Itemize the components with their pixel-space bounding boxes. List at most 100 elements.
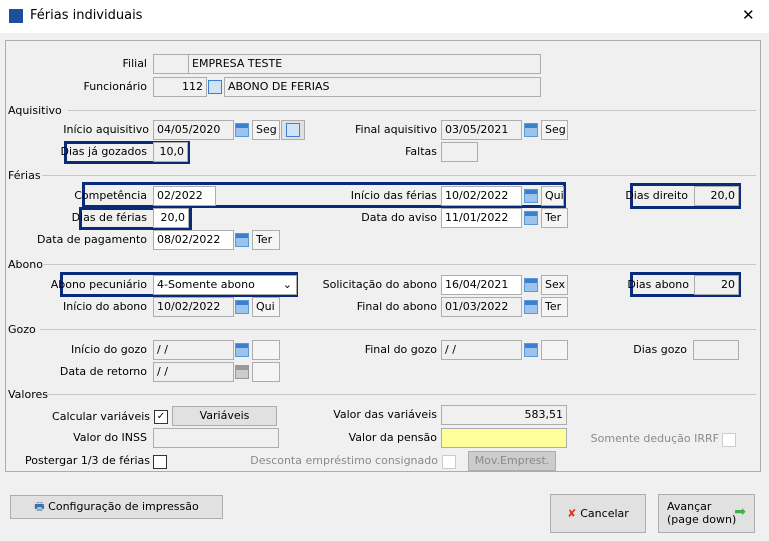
weekday: Ter	[252, 230, 280, 250]
calendar-icon[interactable]	[524, 189, 538, 203]
data-aviso-label: Data do aviso	[361, 211, 437, 224]
calendar-icon[interactable]	[235, 300, 249, 314]
filial-name: EMPRESA TESTE	[188, 54, 541, 74]
dias-abono-input: 20	[694, 275, 739, 295]
dias-abono-label: Dias abono	[627, 278, 689, 291]
section-ferias: Férias	[8, 169, 41, 182]
calendar-icon[interactable]	[524, 343, 538, 357]
funcionario-name: ABONO DE FERIAS	[224, 77, 541, 97]
final-aquisitivo-input[interactable]: 03/05/2021	[441, 120, 522, 140]
valor-variaveis-input: 583,51	[441, 405, 567, 425]
window-title: Férias individuais	[30, 8, 143, 23]
final-aquisitivo-label: Final aquisitivo	[355, 123, 437, 136]
close-icon[interactable]: ✕	[742, 6, 755, 24]
calendar-icon[interactable]	[524, 300, 538, 314]
dias-ferias-label: Dias de férias	[71, 211, 147, 224]
next-button[interactable]: Avançar (page down) ➡	[658, 494, 755, 533]
chevron-down-icon: ⌄	[282, 278, 292, 291]
competencia-input[interactable]: 02/2022	[153, 186, 216, 206]
retorno-input[interactable]: / /	[153, 362, 234, 382]
pensao-label: Valor da pensão	[348, 431, 437, 444]
competencia-label: Competência	[74, 189, 147, 202]
dias-gozo-input	[693, 340, 739, 360]
postergar-label: Postergar 1/3 de férias	[25, 454, 150, 467]
final-gozo-input[interactable]: / /	[441, 340, 522, 360]
retorno-label: Data de retorno	[59, 365, 147, 378]
final-abono-label: Final do abono	[356, 300, 437, 313]
cancel-label: Cancelar	[580, 507, 629, 520]
filial-label: Filial	[122, 57, 148, 70]
divider	[42, 175, 756, 176]
pagamento-label: Data de pagamento	[37, 233, 147, 246]
divider	[68, 110, 756, 111]
dias-direito-label: Dias direito	[625, 189, 688, 202]
calendar-icon	[235, 365, 249, 379]
cancel-button[interactable]: ✘ Cancelar	[550, 494, 646, 533]
weekday	[252, 340, 280, 360]
search-icon	[286, 123, 300, 137]
pagamento-input[interactable]: 08/02/2022	[153, 230, 234, 250]
dias-gozados-label: Dias já gozados	[60, 145, 147, 158]
inicio-aquisitivo-input[interactable]: 04/05/2020	[153, 120, 234, 140]
inicio-abono-input: 10/02/2022	[153, 297, 234, 317]
dias-gozados-input: 10,0	[153, 142, 188, 162]
printer-icon: 🖶	[34, 500, 49, 513]
title-bar: Férias individuais ✕	[0, 0, 769, 33]
lookup-button[interactable]	[281, 120, 305, 140]
calendar-icon[interactable]	[235, 343, 249, 357]
weekday: Seg	[252, 120, 280, 140]
weekday	[541, 340, 568, 360]
section-abono: Abono	[8, 258, 43, 271]
data-aviso-input[interactable]: 11/01/2022	[441, 208, 522, 228]
inicio-aquisitivo-label: Início aquisitivo	[63, 123, 149, 136]
weekday: Ter	[541, 297, 568, 317]
calendar-icon[interactable]	[235, 233, 249, 247]
faltas-input[interactable]	[441, 142, 478, 162]
filial-code[interactable]	[153, 54, 189, 74]
funcionario-code[interactable]: 112	[153, 77, 207, 97]
divider	[42, 264, 756, 265]
section-valores: Valores	[8, 388, 48, 401]
funcionario-label: Funcionário	[83, 80, 147, 93]
calendar-icon[interactable]	[524, 123, 538, 137]
dias-gozo-label: Dias gozo	[633, 343, 687, 356]
selected-value: 4-Somente abono	[157, 278, 255, 291]
solicitacao-label: Solicitação do abono	[322, 278, 437, 291]
pensao-input[interactable]	[441, 428, 567, 448]
calendar-icon[interactable]	[524, 278, 538, 292]
abono-pecuniario-select[interactable]: 4-Somente abono ⌄	[153, 275, 297, 295]
weekday: Seg	[541, 120, 568, 140]
irrf-label: Somente dedução IRRF	[590, 432, 719, 445]
divider	[40, 329, 756, 330]
calendar-icon[interactable]	[524, 211, 538, 225]
search-icon[interactable]	[208, 80, 222, 94]
consignado-label: Desconta empréstimo consignado	[250, 454, 438, 467]
variaveis-button[interactable]: Variáveis	[172, 406, 277, 426]
calcular-checkbox[interactable]: ✓	[154, 410, 168, 424]
inicio-ferias-input[interactable]: 10/02/2022	[441, 186, 522, 206]
irrf-checkbox[interactable]	[722, 433, 736, 447]
mov-emprest-button[interactable]: Mov.Emprest.	[468, 451, 556, 471]
dias-ferias-input[interactable]: 20,0	[153, 208, 189, 228]
config-impressao-button[interactable]: 🖶 Configuração de impressão	[10, 495, 223, 519]
config-label: Configuração de impressão	[48, 500, 199, 513]
valor-variaveis-label: Valor das variáveis	[333, 408, 437, 421]
abono-pecuniario-label: Abono pecuniário	[50, 278, 147, 291]
postergar-checkbox[interactable]	[153, 455, 167, 469]
x-icon: ✘	[567, 507, 581, 520]
final-gozo-label: Final do gozo	[364, 343, 437, 356]
section-aquisitivo: Aquisitivo	[8, 104, 62, 117]
consignado-checkbox[interactable]	[442, 455, 456, 469]
inss-input[interactable]	[153, 428, 279, 448]
calendar-icon[interactable]	[235, 123, 249, 137]
inicio-gozo-input[interactable]: / /	[153, 340, 234, 360]
inss-label: Valor do INSS	[73, 431, 147, 444]
inicio-abono-label: Início do abono	[63, 300, 147, 313]
arrow-right-icon: ➡	[734, 504, 746, 520]
weekday: Qui	[541, 186, 564, 206]
weekday: Ter	[541, 208, 568, 228]
faltas-label: Faltas	[405, 145, 437, 158]
solicitacao-input[interactable]: 16/04/2021	[441, 275, 522, 295]
dias-direito-input: 20,0	[694, 186, 739, 206]
inicio-ferias-label: Início das férias	[350, 189, 437, 202]
